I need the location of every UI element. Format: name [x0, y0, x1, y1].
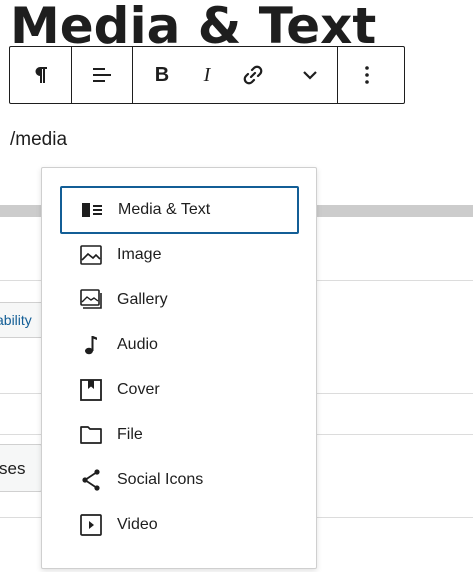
autocomplete-item-label: Cover — [117, 381, 160, 398]
toolbar-group-format: B I — [133, 47, 337, 103]
autocomplete-item-label: Video — [117, 516, 158, 533]
block-toolbar: B I — [9, 46, 405, 104]
audio-icon — [79, 333, 103, 357]
autocomplete-item-file[interactable]: File — [60, 411, 299, 459]
block-autocomplete-popover: Media & Text Image Gallery Audio Cover F… — [41, 167, 317, 569]
background-button-label: ses — [0, 459, 26, 478]
toolbar-group-options — [338, 47, 396, 103]
autocomplete-item-image[interactable]: Image — [60, 231, 299, 279]
autocomplete-item-audio[interactable]: Audio — [60, 321, 299, 369]
autocomplete-item-label: Image — [117, 246, 162, 263]
media-text-icon — [80, 198, 104, 222]
align-icon — [91, 66, 113, 84]
autocomplete-item-video[interactable]: Video — [60, 501, 299, 549]
paragraph-button[interactable] — [10, 47, 71, 103]
options-button[interactable] — [338, 47, 396, 103]
toolbar-group-align — [72, 47, 132, 103]
autocomplete-item-label: Social Icons — [117, 471, 204, 488]
link-icon — [242, 64, 264, 86]
autocomplete-item-label: Media & Text — [118, 201, 211, 218]
file-icon — [79, 423, 103, 447]
chevron-down-icon — [302, 70, 318, 80]
autocomplete-item-label: Gallery — [117, 291, 168, 308]
gallery-icon — [79, 288, 103, 312]
autocomplete-item-social-icons[interactable]: Social Icons — [60, 456, 299, 504]
toolbar-group-block — [10, 47, 71, 103]
image-icon — [79, 243, 103, 267]
cover-icon — [79, 378, 103, 402]
background-button[interactable]: ses — [0, 444, 42, 492]
autocomplete-item-gallery[interactable]: Gallery — [60, 276, 299, 324]
more-formats-button[interactable] — [283, 47, 337, 103]
autocomplete-item-cover[interactable]: Cover — [60, 366, 299, 414]
italic-button[interactable]: I — [191, 47, 223, 103]
video-icon — [79, 513, 103, 537]
link-button[interactable] — [223, 47, 283, 103]
autocomplete-item-label: File — [117, 426, 143, 443]
align-button[interactable] — [72, 47, 132, 103]
slash-command-input[interactable]: /media — [10, 128, 67, 152]
background-chip-label: ability — [0, 312, 32, 328]
more-vertical-icon — [364, 65, 370, 85]
background-chip[interactable]: ability — [0, 302, 44, 338]
share-icon — [79, 468, 103, 492]
autocomplete-item-label: Audio — [117, 336, 158, 353]
bold-button[interactable]: B — [133, 47, 191, 103]
autocomplete-item-media-text[interactable]: Media & Text — [60, 186, 299, 234]
pilcrow-icon — [33, 65, 49, 85]
